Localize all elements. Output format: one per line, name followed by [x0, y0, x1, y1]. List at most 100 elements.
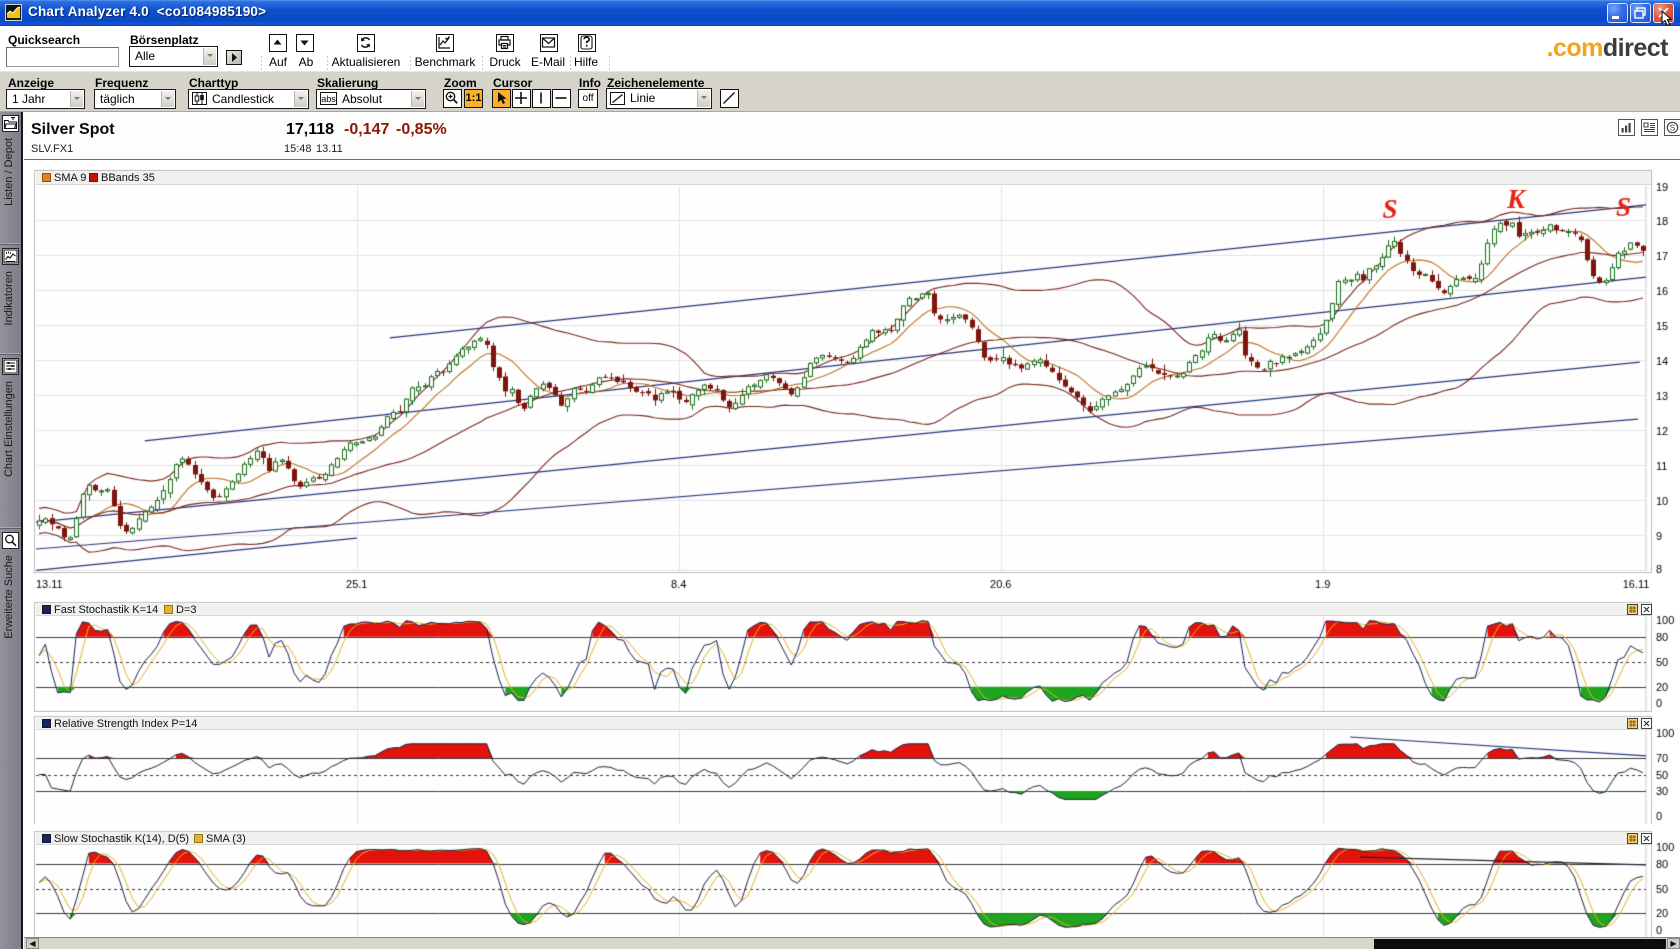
- main-toolbar: Quicksearch Börsenplatz Alle Auf Ab Aktu…: [0, 26, 1680, 72]
- hilfe-button[interactable]: [578, 34, 596, 52]
- refresh-icon: [358, 35, 373, 50]
- close-x-icon: [1642, 834, 1651, 843]
- anzeige-select[interactable]: 1 Jahr: [6, 89, 85, 109]
- arrow-left-icon: ◀: [29, 939, 35, 948]
- panel-properties-button[interactable]: [1627, 718, 1638, 729]
- dropdown-arrow-icon[interactable]: [697, 90, 710, 107]
- magnifier-plus-icon: [444, 90, 460, 106]
- zoom-reset-button[interactable]: 1:1: [464, 89, 483, 108]
- dropdown-arrow-icon[interactable]: [294, 91, 307, 107]
- minimize-icon: [1608, 4, 1627, 22]
- skalierung-value: Absolut: [342, 92, 382, 106]
- cursor-hline-button[interactable]: [552, 89, 571, 108]
- zoom-ratio-label: 1:1: [465, 92, 482, 104]
- slow-stochastic-legend: Slow Stochastik K(14), D(5) SMA (3): [36, 832, 1651, 845]
- fast-stochastic-legend: Fast Stochastik K=14 D=3: [36, 603, 1651, 616]
- fastd-legend-swatch: [164, 605, 173, 614]
- panel-close-button[interactable]: [1641, 604, 1652, 615]
- news-icon[interactable]: [1641, 119, 1658, 136]
- bbands-legend-swatch: [89, 173, 98, 182]
- info-toggle-button[interactable]: off: [578, 89, 598, 108]
- help-icon: [579, 35, 594, 50]
- comdirect-logo: .comdirect: [1547, 34, 1668, 63]
- auf-button[interactable]: [269, 34, 287, 52]
- quicksearch-label: Quicksearch: [8, 33, 80, 47]
- panel-properties-button[interactable]: [1627, 604, 1638, 615]
- draw-line-button[interactable]: [720, 89, 739, 108]
- panel-close-button[interactable]: [1641, 718, 1652, 729]
- arrow-down-icon: [297, 35, 312, 50]
- properties-grid-icon: [1628, 834, 1637, 843]
- legend-label-slowsma: SMA (3): [206, 833, 246, 845]
- chart-toolbar: Anzeige 1 Jahr Frequenz täglich Charttyp…: [0, 72, 1680, 112]
- folder-icon: [2, 115, 19, 132]
- price-change: -0,147: [344, 121, 389, 139]
- rsi-legend-swatch: [42, 719, 51, 728]
- cursor-arrow-button[interactable]: [492, 89, 511, 108]
- boersenplatz-go-button[interactable]: [226, 50, 242, 65]
- vertical-line-icon: [533, 90, 549, 106]
- druck-label: Druck: [486, 55, 524, 69]
- line-tool-icon: [610, 92, 625, 105]
- info-value: off: [579, 93, 597, 104]
- close-x-icon: [1642, 605, 1651, 614]
- dropdown-arrow-icon[interactable]: [161, 91, 174, 107]
- last-price: 17,118: [286, 121, 334, 139]
- snapshot-icon[interactable]: S: [1664, 119, 1680, 136]
- window-title: Chart Analyzer 4.0 <co1084985190>: [28, 4, 266, 19]
- instrument-header: Silver Spot SLV.FX1 17,118 -0,147 -0,85%…: [24, 112, 1680, 160]
- dropdown-arrow-icon[interactable]: [411, 91, 424, 107]
- zoom-in-button[interactable]: [443, 89, 462, 108]
- email-label: E-Mail: [528, 55, 568, 69]
- ab-label: Ab: [291, 55, 321, 69]
- chart-view-icon[interactable]: [1618, 119, 1635, 136]
- anzeige-label: Anzeige: [8, 76, 54, 90]
- cursor-cross-button[interactable]: [512, 89, 531, 108]
- benchmark-button[interactable]: [436, 34, 454, 52]
- frequenz-label: Frequenz: [95, 76, 148, 90]
- legend-label-slowk: Slow Stochastik K(14), D(5): [54, 833, 189, 845]
- charttyp-value: Candlestick: [212, 92, 274, 106]
- legend-label-rsi: Relative Strength Index P=14: [54, 718, 197, 730]
- charttyp-select[interactable]: Candlestick: [188, 89, 309, 109]
- scrollbar-thumb[interactable]: [1374, 939, 1666, 949]
- cursor-vline-button[interactable]: [532, 89, 551, 108]
- auf-label: Auf: [263, 55, 293, 69]
- cursor-arrow-icon: [493, 90, 509, 106]
- dropdown-arrow-icon[interactable]: [203, 48, 216, 65]
- ab-button[interactable]: [296, 34, 314, 52]
- legend-label-bbands: BBands 35: [101, 172, 155, 184]
- restore-button[interactable]: [1630, 3, 1651, 23]
- close-button[interactable]: [1653, 3, 1674, 23]
- dropdown-arrow-icon[interactable]: [70, 91, 83, 107]
- info-label: Info: [579, 76, 601, 90]
- charttyp-label: Charttyp: [189, 76, 238, 90]
- chart-hscrollbar[interactable]: ◀ ▶: [24, 937, 1680, 949]
- anzeige-value: 1 Jahr: [12, 92, 45, 106]
- boersenplatz-select[interactable]: Alle: [129, 46, 218, 67]
- aktualisieren-button[interactable]: [357, 34, 375, 52]
- zeichenelemente-select[interactable]: Linie: [606, 88, 712, 109]
- aktualisieren-label: Aktualisieren: [330, 55, 402, 69]
- frequenz-select[interactable]: täglich: [94, 89, 176, 109]
- druck-button[interactable]: [496, 34, 514, 52]
- panel-properties-button[interactable]: [1627, 833, 1638, 844]
- main-price-chart[interactable]: [0, 160, 1680, 596]
- legend-label-fastk: Fast Stochastik K=14: [54, 604, 158, 616]
- horizontal-line-icon: [553, 90, 569, 106]
- arrow-right-icon: ▶: [1670, 939, 1676, 948]
- boersenplatz-value: Alle: [135, 49, 155, 63]
- legend-label-fastd: D=3: [176, 604, 197, 616]
- quicksearch-input[interactable]: [6, 47, 119, 67]
- panel-close-button[interactable]: [1641, 833, 1652, 844]
- skalierung-select[interactable]: abs Absolut: [316, 89, 426, 109]
- legend-label-sma9: SMA 9: [54, 172, 86, 184]
- scroll-right-button[interactable]: ▶: [1667, 938, 1680, 949]
- scroll-left-button[interactable]: ◀: [26, 938, 39, 949]
- email-button[interactable]: [540, 34, 558, 52]
- minimize-button[interactable]: [1607, 3, 1628, 23]
- close-x-icon: [1642, 719, 1651, 728]
- logo-direct: direct: [1603, 34, 1668, 62]
- zeichenelemente-value: Linie: [630, 91, 655, 105]
- quote-date: 13.11: [316, 143, 343, 155]
